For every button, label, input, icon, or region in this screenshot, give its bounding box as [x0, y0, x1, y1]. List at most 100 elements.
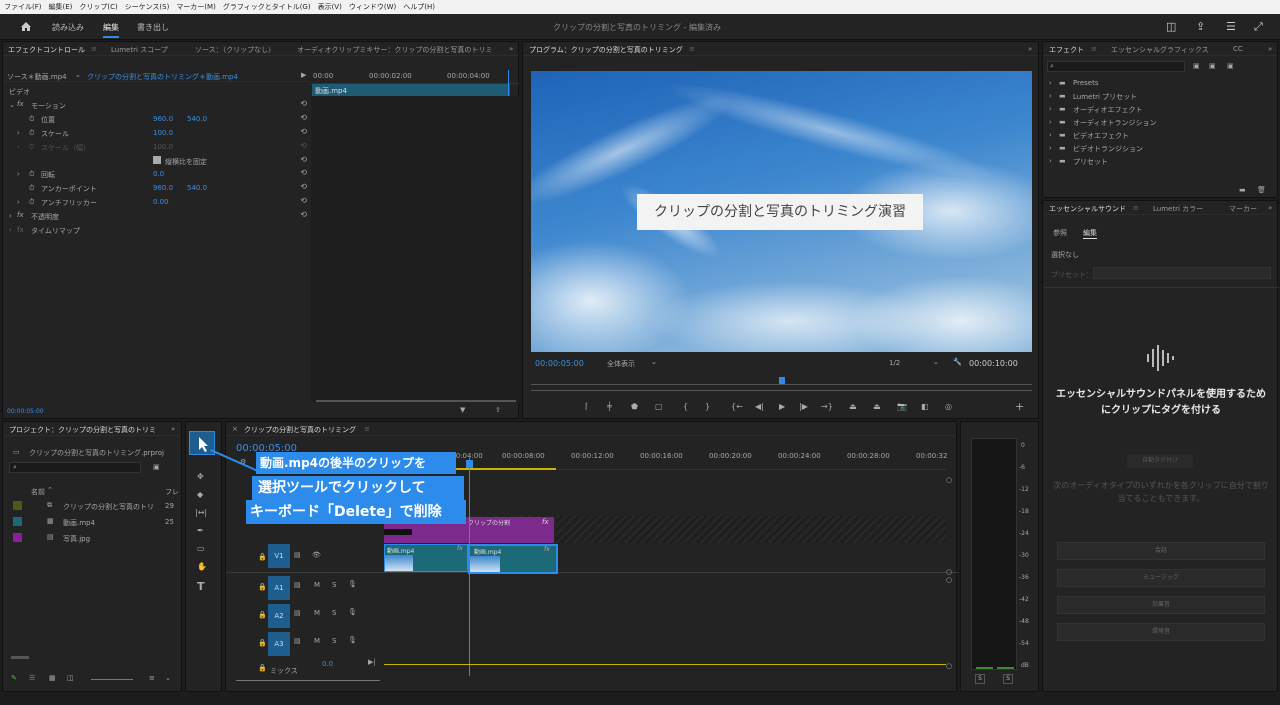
expand-icon[interactable]: › [17, 198, 20, 206]
expand-icon[interactable]: › [17, 170, 20, 178]
zoom-bar[interactable] [531, 389, 1032, 392]
tab-essential-graphics[interactable]: エッセンシャルグラフィックス [1111, 45, 1209, 55]
export-icon[interactable]: ⇪ [495, 406, 501, 414]
list-view-icon[interactable]: ☰ [29, 674, 35, 682]
clip-video-a[interactable]: 動画.mp4 fx [384, 544, 468, 572]
go-to-end-icon[interactable]: ▶| [368, 658, 376, 666]
menu-clip[interactable]: クリップ(C) [79, 2, 117, 12]
stopwatch-icon[interactable]: ⏱ [29, 184, 34, 193]
eye-icon[interactable]: 👁 [312, 551, 321, 559]
play-icon[interactable]: ▶ [779, 402, 785, 411]
sequence-label[interactable]: クリップの分割と写真のトリミング＊動画.mp4 [87, 72, 238, 82]
progress-icon[interactable]: ☰ [1226, 20, 1236, 33]
chevron-down-icon[interactable]: ⌄ [933, 358, 939, 366]
text-tool-icon[interactable]: T [197, 580, 205, 593]
dialogue-button[interactable]: 会話 [1057, 542, 1265, 560]
sync-icon[interactable]: ▤ [294, 581, 301, 589]
playhead[interactable] [779, 377, 785, 384]
mark-out-icon[interactable]: } [705, 402, 710, 411]
tab-lumetri-scope[interactable]: Lumetri スコープ [111, 45, 168, 55]
antiflicker-value[interactable]: 0.00 [153, 198, 169, 206]
uniform-scale-checkbox[interactable] [153, 156, 161, 164]
wrench-icon[interactable]: 🔧 [953, 358, 962, 366]
32bit-icon[interactable]: ▣ [1209, 62, 1216, 70]
overflow-icon[interactable]: » [509, 45, 513, 53]
menu-window[interactable]: ウィンドウ(W) [349, 2, 396, 12]
new-bin-icon[interactable]: ▣ [153, 463, 160, 471]
tab-menu-icon[interactable]: ≡ [689, 45, 695, 53]
camera-icon[interactable]: 📷 [897, 402, 907, 411]
sort-asc-icon[interactable]: ⌃ [47, 486, 53, 494]
filter-icon[interactable]: ▼ [460, 406, 465, 414]
tab-menu-icon[interactable]: ≡ [91, 45, 97, 53]
program-scrubber[interactable] [531, 377, 1032, 385]
reset-icon[interactable]: ⟲ [300, 113, 307, 122]
rotation-value[interactable]: 0.0 [153, 170, 164, 178]
lock-icon[interactable]: 🔒 [258, 611, 267, 619]
anchor-x[interactable]: 960.0 [153, 184, 173, 192]
reset-icon[interactable]: ⟲ [300, 182, 307, 191]
col-fps[interactable]: フレ [165, 487, 179, 497]
new-bin-icon[interactable]: ▬ [1239, 186, 1246, 194]
lift-icon[interactable]: ⏏ [849, 402, 857, 411]
stopwatch-icon[interactable]: ⏱ [29, 170, 34, 179]
yuv-icon[interactable]: ▣ [1227, 62, 1234, 70]
v-scroll[interactable]: ○ ○ [946, 476, 952, 576]
sfx-button[interactable]: 効果音 [1057, 596, 1265, 614]
menu-edit[interactable]: 編集(E) [49, 2, 73, 12]
a-scroll[interactable]: ○ ○ [946, 576, 952, 672]
stopwatch-icon[interactable]: ⏱ [29, 115, 34, 124]
ambience-button[interactable]: 環境音 [1057, 623, 1265, 641]
solo-button[interactable]: S [332, 581, 336, 589]
reset-icon[interactable]: ⟲ [300, 196, 307, 205]
ec-scrollbar[interactable] [316, 400, 516, 402]
track-select-icon[interactable]: ✥ [197, 472, 204, 481]
track-a3[interactable]: A3 [268, 632, 290, 656]
share-icon[interactable]: ⇪ [1196, 20, 1205, 33]
slip-icon[interactable]: |↔| [195, 508, 207, 517]
safe-margins-icon[interactable]: ▢ [655, 402, 663, 411]
go-to-out-icon[interactable]: →} [821, 402, 833, 411]
mark-in-icon[interactable]: { [683, 402, 688, 411]
solo-button[interactable]: S [332, 637, 336, 645]
h-zoom-scroll[interactable] [236, 680, 380, 681]
list-item[interactable]: ▦ 動画.mp4 25 [9, 514, 175, 530]
preset-select[interactable] [1093, 267, 1271, 279]
project-search-input[interactable]: ⌕ [9, 462, 141, 473]
list-item[interactable]: ⧉ クリップの分割と写真のトリ 29 [9, 498, 175, 514]
effects-search-input[interactable]: ⌕ [1047, 61, 1185, 72]
project-scrollbar[interactable] [11, 656, 29, 659]
compare-icon[interactable]: ◧ [921, 402, 929, 411]
position-x[interactable]: 960.0 [153, 115, 173, 123]
track-a1[interactable]: A1 [268, 576, 290, 600]
clip-video-b[interactable]: 動画.mp4 fx [468, 544, 558, 574]
tab-project[interactable]: プロジェクト：クリップの分割と写真のトリミ [9, 425, 156, 435]
tab-menu-icon[interactable]: ≡ [1133, 204, 1139, 212]
panel-icon[interactable]: ◫ [1166, 20, 1176, 33]
mute-button[interactable]: M [314, 609, 320, 617]
menu-sequence[interactable]: シーケンス(S) [125, 2, 170, 12]
lock-icon[interactable]: 🔒 [258, 639, 267, 647]
tab-menu-icon[interactable]: ≡ [364, 425, 370, 433]
tab-effects[interactable]: エフェクト [1049, 45, 1084, 55]
tab-sequence[interactable]: クリップの分割と写真のトリミング [244, 425, 356, 435]
music-button[interactable]: ミュージック [1057, 569, 1265, 587]
overflow-icon[interactable]: » [1268, 204, 1272, 212]
tab-audio-clip-mixer[interactable]: オーディオクリップミキサー：クリップの分割と写真のトリミ [297, 45, 492, 55]
fullscreen-icon[interactable]: ⤢ [1254, 20, 1263, 34]
fx-icon[interactable]: fx [17, 100, 24, 108]
chevron-down-icon[interactable]: ⌄ [651, 358, 657, 366]
accelerated-icon[interactable]: ▣ [1193, 62, 1200, 70]
tab-essential-sound[interactable]: エッセンシャルサウンド [1049, 204, 1126, 214]
mic-icon[interactable]: 🎙 [348, 636, 357, 644]
mute-button[interactable]: M [314, 637, 320, 645]
reset-icon[interactable]: ⟲ [300, 99, 307, 108]
title-overlay[interactable]: クリップの分割と写真のトリミング演習 [637, 194, 923, 230]
tab-program[interactable]: プログラム：クリップの分割と写真のトリミング [529, 45, 683, 55]
anchor-y[interactable]: 540.0 [187, 184, 207, 192]
menu-marker[interactable]: マーカー(M) [176, 2, 216, 12]
workspace-import[interactable]: 読み込み [52, 22, 84, 33]
home-icon[interactable] [20, 21, 32, 32]
expand-icon[interactable]: › [9, 226, 12, 234]
workspace-export[interactable]: 書き出し [137, 22, 169, 33]
